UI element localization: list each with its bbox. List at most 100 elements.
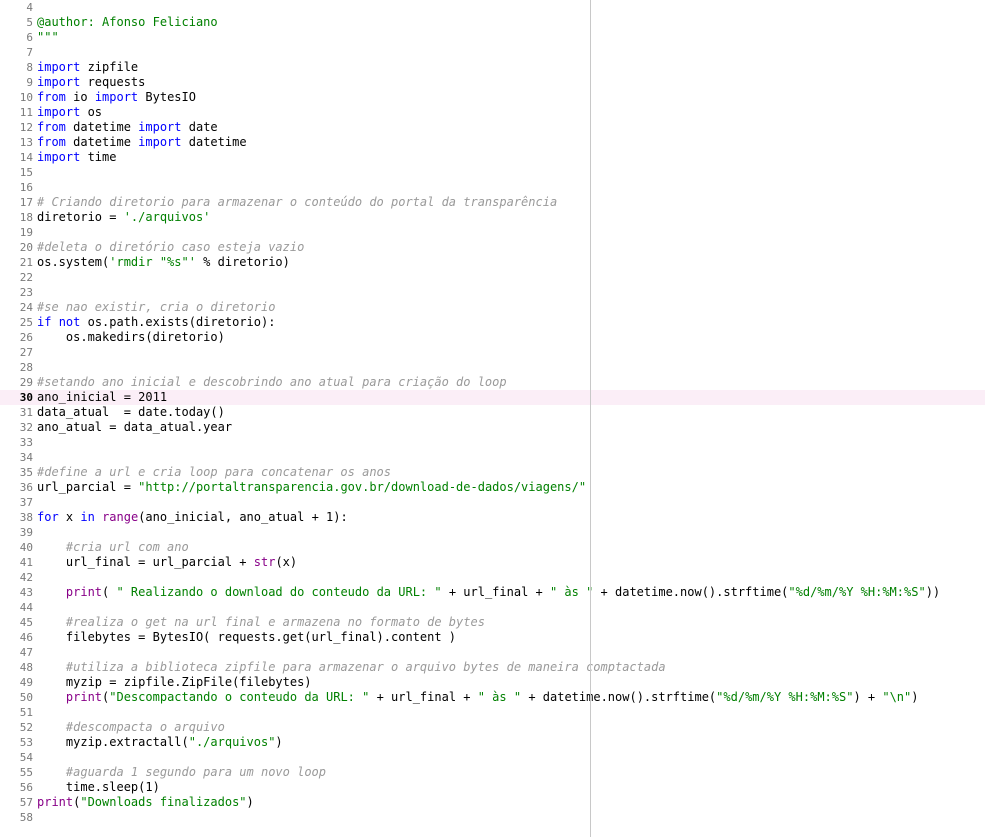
code-line[interactable]: 34 [0, 450, 985, 465]
code-line[interactable]: 58 [0, 810, 985, 825]
line-code[interactable]: os.makedirs(diretorio) [37, 330, 225, 345]
code-line[interactable]: 52 #descompacta o arquivo [0, 720, 985, 735]
code-line[interactable]: 37 [0, 495, 985, 510]
line-code[interactable]: print("Downloads finalizados") [37, 795, 254, 810]
code-line[interactable]: 29 #setando ano inicial e descobrindo ano… [0, 375, 985, 390]
line-code[interactable]: filebytes = BytesIO( requests.get(url_fi… [37, 630, 456, 645]
code-editor[interactable]: 4 5 @author: Afonso Feliciano 6 """ 7 8 import … [0, 0, 985, 837]
code-line[interactable]: 11 import os [0, 105, 985, 120]
code-line[interactable]: 19 [0, 225, 985, 240]
line-code[interactable]: @author: Afonso Feliciano [37, 15, 218, 30]
code-line[interactable]: 49 myzip = zipfile.ZipFile(filebytes) [0, 675, 985, 690]
code-line[interactable]: 32 ano_atual = data_atual.year [0, 420, 985, 435]
line-number: 16 [19, 181, 33, 194]
code-line[interactable]: 51 [0, 705, 985, 720]
code-line[interactable]: 6 """ [0, 30, 985, 45]
code-line[interactable]: 17 # Criando diretorio para armazenar o c… [0, 195, 985, 210]
code-line[interactable]: 14 import time [0, 150, 985, 165]
code-line[interactable]: 42 [0, 570, 985, 585]
line-code[interactable]: # Criando diretorio para armazenar o con… [37, 195, 557, 210]
line-code[interactable]: import time [37, 150, 116, 165]
code-line[interactable]: 9 import requests [0, 75, 985, 90]
line-code[interactable]: os.system('rmdir "%s"' % diretorio) [37, 255, 290, 270]
code-line[interactable]: 28 [0, 360, 985, 375]
line-code[interactable]: myzip.extractall("./arquivos") [37, 735, 283, 750]
code-line[interactable]: 43 print( " Realizando o download do con… [0, 585, 985, 600]
code-line[interactable]: 44 [0, 600, 985, 615]
line-code[interactable]: ano_atual = data_atual.year [37, 420, 232, 435]
line-code[interactable]: print( " Realizando o download do conteu… [37, 585, 940, 600]
code-line[interactable]: 5 @author: Afonso Feliciano [0, 15, 985, 30]
line-code[interactable]: #define a url e cria loop para concatena… [37, 465, 391, 480]
line-code[interactable]: if not os.path.exists(diretorio): [37, 315, 275, 330]
code-line[interactable]: 50 print("Descompactando o conteudo da U… [0, 690, 985, 705]
line-code[interactable]: #realiza o get na url final e armazena n… [37, 615, 485, 630]
code-token-default: ) + [853, 690, 883, 704]
code-line[interactable]: 33 [0, 435, 985, 450]
line-code[interactable]: from io import BytesIO [37, 90, 196, 105]
line-code[interactable]: import requests [37, 75, 145, 90]
line-code[interactable]: #se nao existir, cria o diretorio [37, 300, 275, 315]
line-code[interactable]: from datetime import datetime [37, 135, 247, 150]
line-code[interactable]: import zipfile [37, 60, 138, 75]
code-line[interactable]: 22 [0, 270, 985, 285]
code-token-string: " às " [549, 585, 594, 599]
line-code[interactable]: #deleta o diretório caso esteja vazio [37, 240, 304, 255]
line-code[interactable]: """ [37, 30, 59, 45]
line-code[interactable]: data_atual = date.today() [37, 405, 225, 420]
code-line[interactable]: 48 #utiliza a biblioteca zipfile para ar… [0, 660, 985, 675]
line-number: 8 [26, 61, 33, 74]
code-line[interactable]: 45 #realiza o get na url final e armazen… [0, 615, 985, 630]
line-code[interactable]: import os [37, 105, 102, 120]
code-line[interactable]: 15 [0, 165, 985, 180]
code-line[interactable]: 39 [0, 525, 985, 540]
code-line[interactable]: 38 for x in range(ano_inicial, ano_atual … [0, 510, 985, 525]
code-line[interactable]: 20 #deleta o diretório caso esteja vazio [0, 240, 985, 255]
code-line[interactable]: 24 #se nao existir, cria o diretorio [0, 300, 985, 315]
line-code[interactable]: time.sleep(1) [37, 780, 160, 795]
line-code[interactable]: url_final = url_parcial + str(x) [37, 555, 297, 570]
line-code[interactable]: myzip = zipfile.ZipFile(filebytes) [37, 675, 312, 690]
line-code[interactable]: diretorio = './arquivos' [37, 210, 210, 225]
code-line[interactable]: 54 [0, 750, 985, 765]
code-line[interactable]: 21 os.system('rmdir "%s"' % diretorio) [0, 255, 985, 270]
line-code[interactable]: from datetime import date [37, 120, 218, 135]
code-line[interactable]: 13 from datetime import datetime [0, 135, 985, 150]
code-line[interactable]: 8 import zipfile [0, 60, 985, 75]
code-line[interactable]: 7 [0, 45, 985, 60]
code-line[interactable]: 12 from datetime import date [0, 120, 985, 135]
line-code[interactable]: #cria url com ano [37, 540, 189, 555]
line-number: 13 [19, 136, 33, 149]
code-line[interactable]: 35 #define a url e cria loop para concate… [0, 465, 985, 480]
code-line[interactable]: 47 [0, 645, 985, 660]
line-number: 18 [19, 211, 33, 224]
line-code[interactable]: #descompacta o arquivo [37, 720, 225, 735]
line-code[interactable]: #aguarda 1 segundo para um novo loop [37, 765, 326, 780]
code-line[interactable]: 26 os.makedirs(diretorio) [0, 330, 985, 345]
code-line[interactable]: 46 filebytes = BytesIO( requests.get(url… [0, 630, 985, 645]
code-line[interactable]: 57 print("Downloads finalizados") [0, 795, 985, 810]
line-code[interactable]: url_parcial = "http://portaltransparenci… [37, 480, 586, 495]
code-line[interactable]: 31 data_atual = date.today() [0, 405, 985, 420]
code-line[interactable]: 10 from io import BytesIO [0, 90, 985, 105]
code-line[interactable]: 18 diretorio = './arquivos' [0, 210, 985, 225]
line-code[interactable]: #utiliza a biblioteca zipfile para armaz… [37, 660, 666, 675]
code-line[interactable]: 53 myzip.extractall("./arquivos") [0, 735, 985, 750]
code-line[interactable]: 27 [0, 345, 985, 360]
code-line[interactable]: 25 if not os.path.exists(diretorio): [0, 315, 985, 330]
line-code[interactable]: ano_inicial = 2011 [37, 390, 167, 405]
code-line[interactable]: 30 ano_inicial = 2011 [0, 390, 985, 405]
code-line[interactable]: 56 time.sleep(1) [0, 780, 985, 795]
code-line[interactable]: 55 #aguarda 1 segundo para um novo loop [0, 765, 985, 780]
code-line[interactable]: 40 #cria url com ano [0, 540, 985, 555]
line-code[interactable]: #setando ano inicial e descobrindo ano a… [37, 375, 507, 390]
line-code[interactable]: print("Descompactando o conteudo da URL:… [37, 690, 919, 705]
code-token-comment: #se nao existir, cria o diretorio [37, 300, 276, 314]
line-number: 34 [19, 451, 33, 464]
line-code[interactable]: for x in range(ano_inicial, ano_atual + … [37, 510, 348, 525]
code-line[interactable]: 36 url_parcial = "http://portaltransparen… [0, 480, 985, 495]
code-line[interactable]: 4 [0, 0, 985, 15]
code-line[interactable]: 41 url_final = url_parcial + str(x) [0, 555, 985, 570]
code-line[interactable]: 23 [0, 285, 985, 300]
code-line[interactable]: 16 [0, 180, 985, 195]
